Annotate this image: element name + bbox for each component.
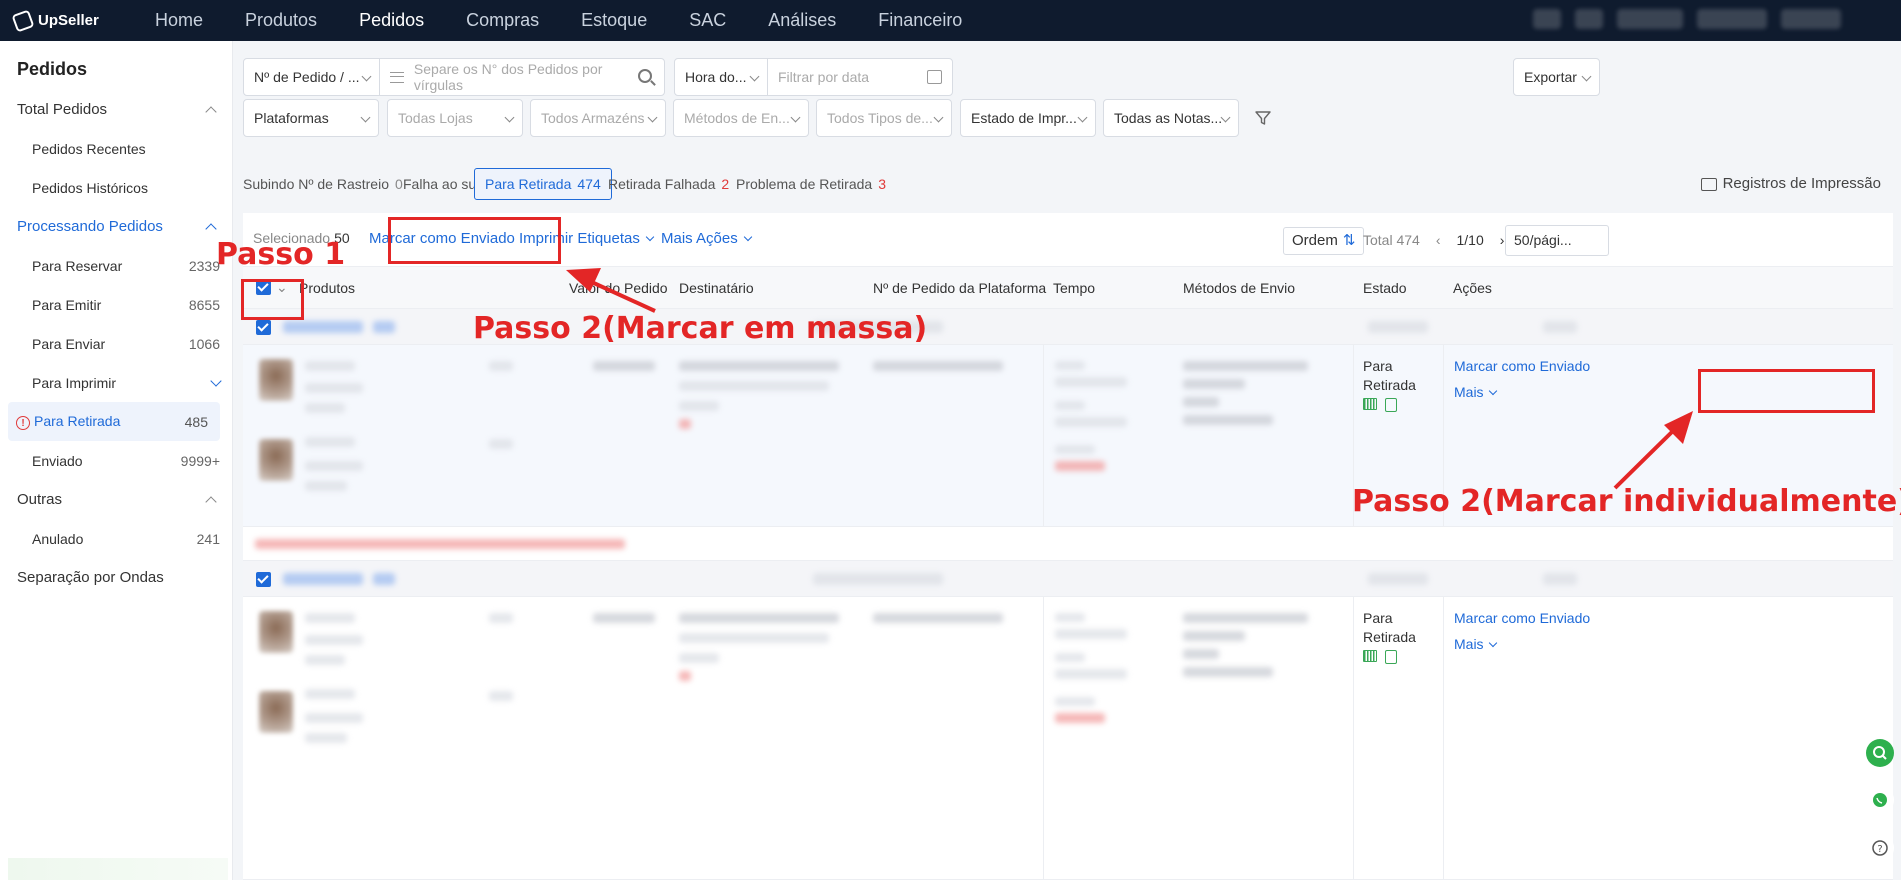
annotation-arrows bbox=[566, 268, 1693, 490]
